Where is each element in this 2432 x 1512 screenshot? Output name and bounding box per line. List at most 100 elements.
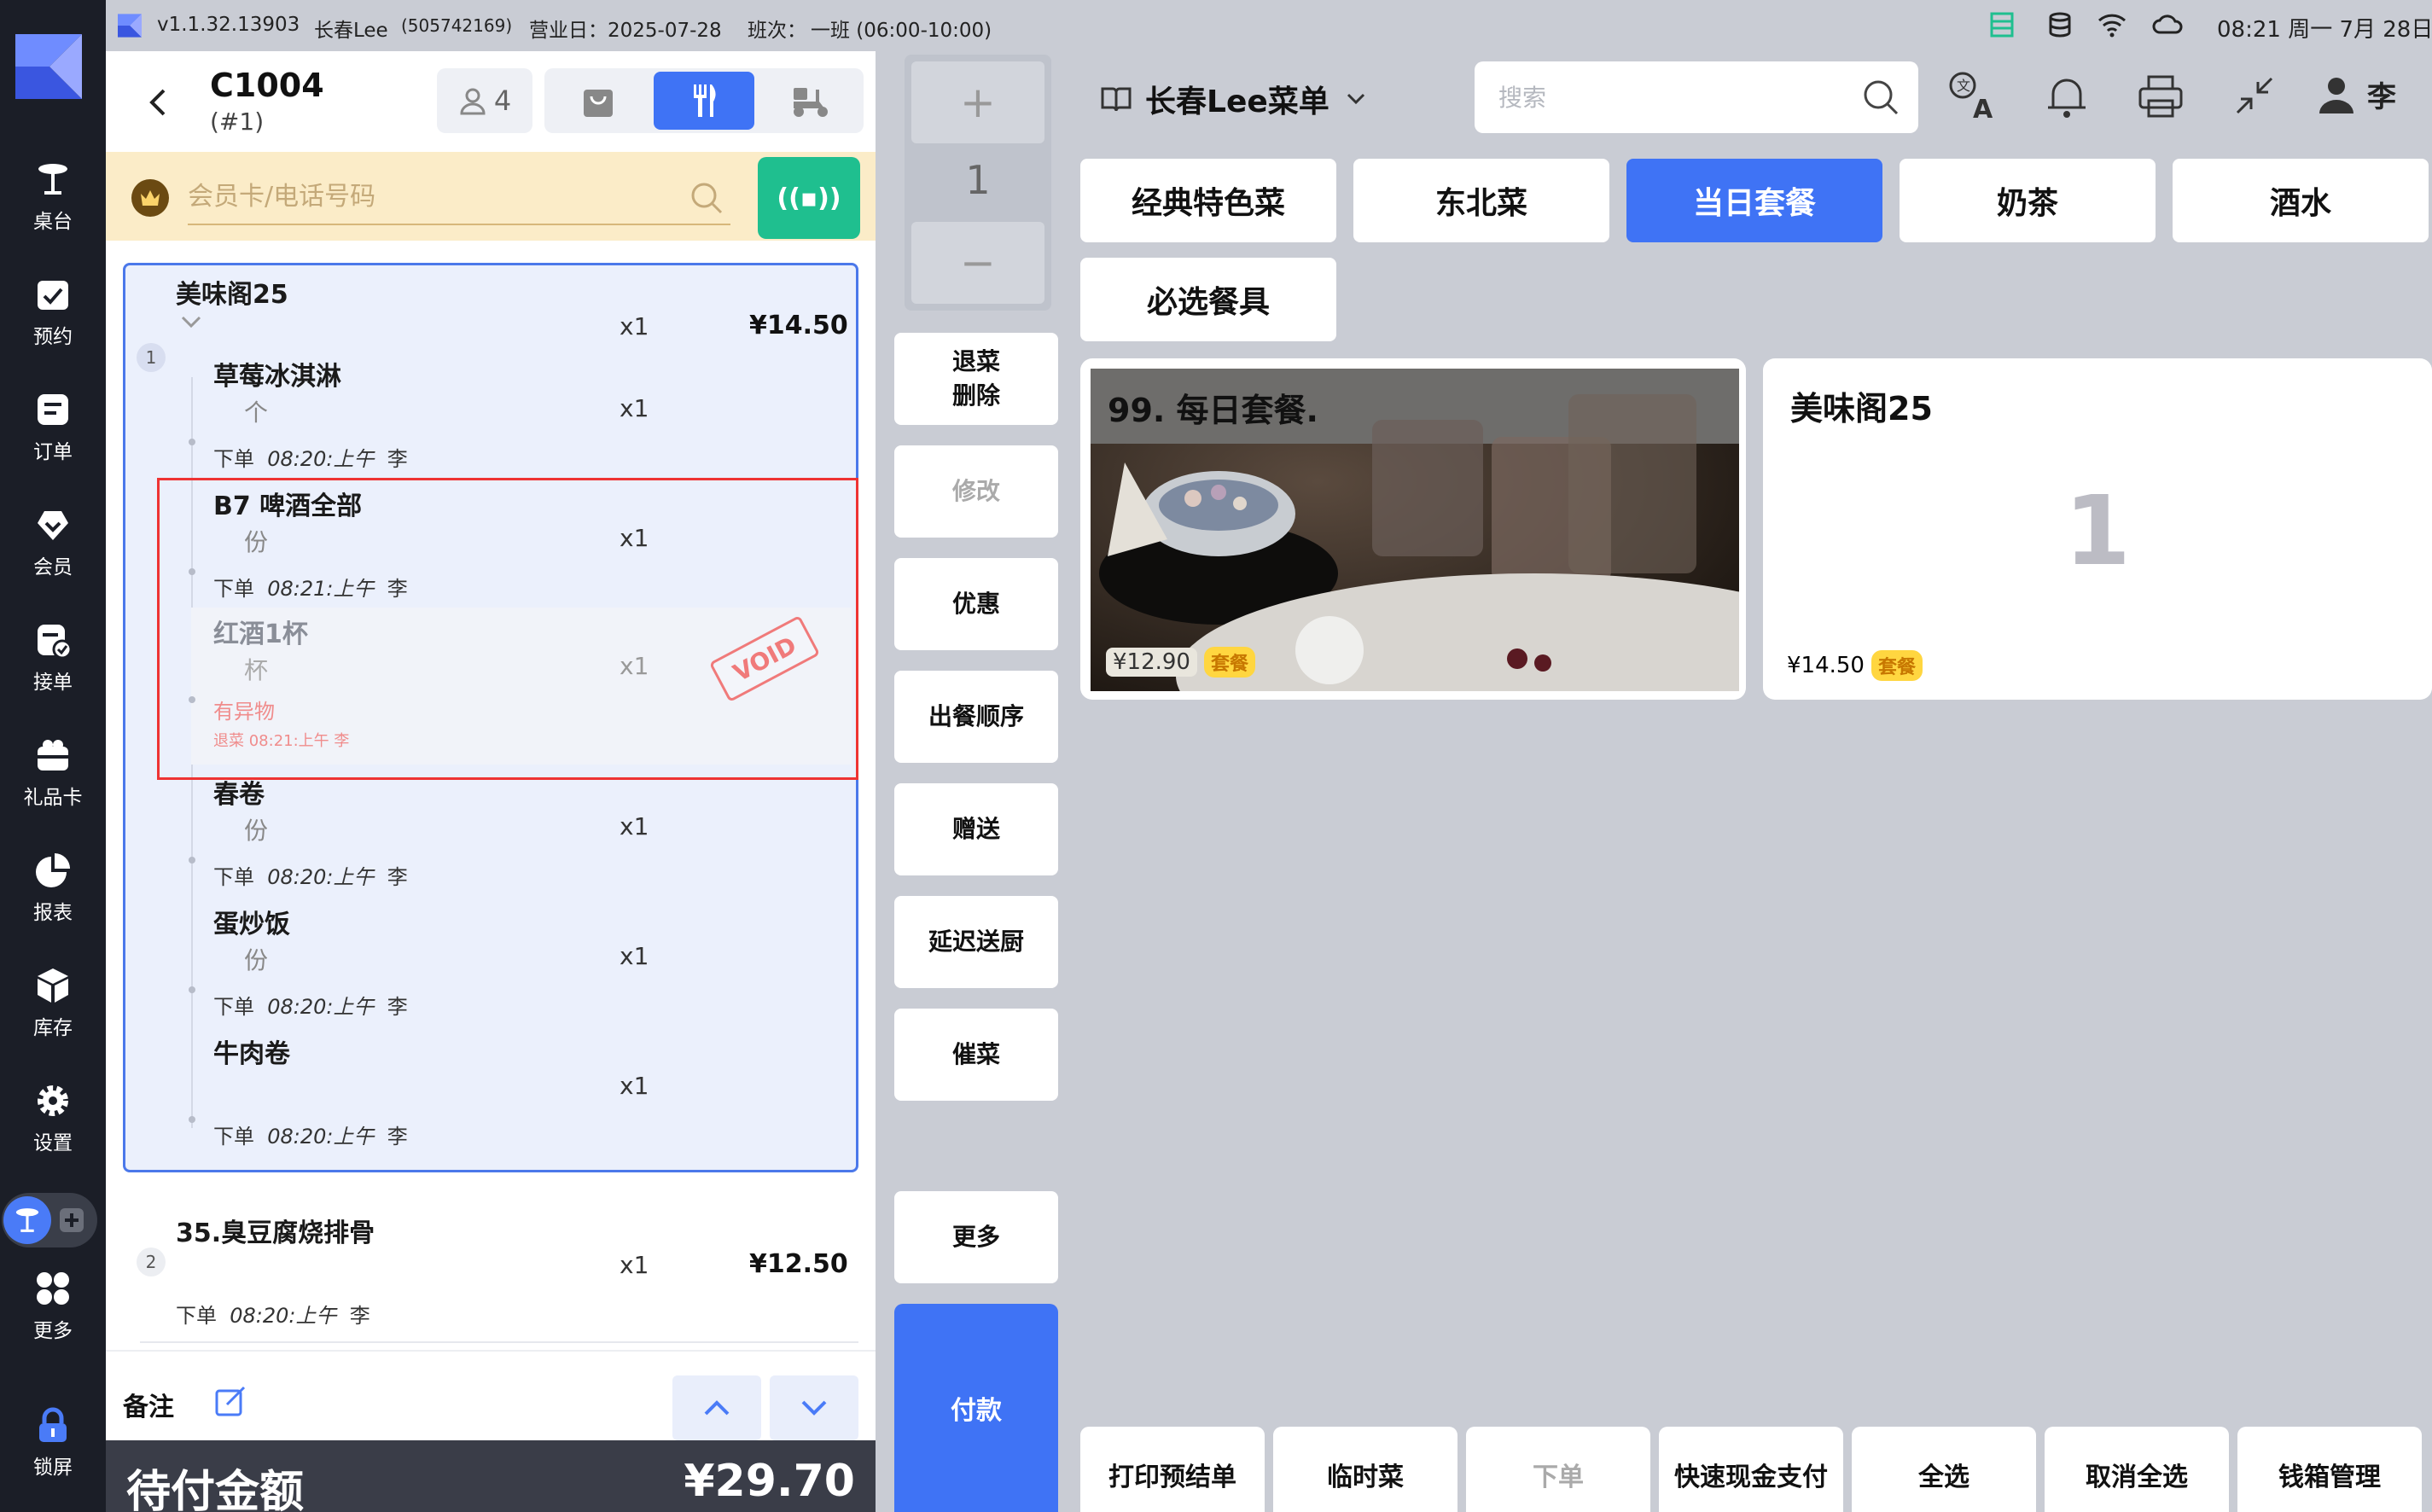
category-tab[interactable]: 必选餐具 [1080, 258, 1336, 341]
sidebar-item-accept-orders[interactable]: 接单 [0, 606, 106, 710]
cash-drawer-button[interactable]: 钱箱管理 [2237, 1427, 2422, 1512]
product-price-row: ¥14.50 套餐 [1787, 650, 1923, 681]
sidebar-item-more[interactable]: 更多 [0, 1254, 106, 1358]
delivery-mode-button[interactable] [759, 72, 860, 130]
discount-button[interactable]: 优惠 [894, 558, 1058, 650]
sidebar-item-members[interactable]: 会员 [0, 491, 106, 595]
dine-in-mode-button[interactable] [654, 72, 754, 130]
dish-price: ¥12.50 [749, 1249, 848, 1279]
sidebar-item-reservation[interactable]: 预约 [0, 260, 106, 364]
member-search-input[interactable] [188, 169, 730, 225]
translate-icon[interactable]: 文A [1947, 70, 1999, 121]
item-meta: 下单 08:20:上午 李 [176, 1299, 370, 1329]
product-price: ¥12.90 [1106, 648, 1197, 677]
sidebar-item-tables[interactable]: 桌台 [0, 145, 106, 249]
meta-by: 李 [387, 447, 408, 471]
sidebar-item-inventory[interactable]: 库存 [0, 951, 106, 1055]
action-column: + 1 − 退菜 删除 修改 优惠 出餐顺序 赠送 延迟送厨 催菜 更多 付款 [876, 51, 1080, 1512]
item-qty: x1 [620, 524, 649, 552]
sidebar-item-label: 会员 [33, 556, 73, 579]
back-icon[interactable] [140, 84, 177, 121]
custom-dish-button[interactable]: 临时菜 [1273, 1427, 1457, 1512]
guest-count-button[interactable]: 4 [437, 68, 532, 133]
sidebar-item-label: 桌台 [33, 211, 73, 233]
product-card[interactable]: 美味阁25 1 ¥14.50 套餐 [1763, 358, 2432, 700]
sidebar-item-lock[interactable]: 锁屏 [0, 1391, 106, 1495]
menu-selector[interactable]: 长春Lee菜单 [1099, 73, 1367, 125]
printer-icon[interactable] [2135, 70, 2186, 121]
edit-icon[interactable] [213, 1384, 247, 1418]
meta-prefix: 下单 [213, 1125, 254, 1149]
meta-prefix: 下单 [213, 995, 254, 1019]
meta-time: 08:20:上午 [267, 865, 375, 889]
serving-order-button[interactable]: 出餐顺序 [894, 671, 1058, 763]
place-order-button[interactable]: 下单 [1466, 1427, 1650, 1512]
sidebar: 桌台 预约 订单 会员 接单 礼品卡 报表 库存 设置 更多 锁屏 [0, 0, 106, 1512]
select-all-button[interactable]: 全选 [1852, 1427, 2036, 1512]
minus-button[interactable]: − [911, 222, 1044, 304]
more-actions-button[interactable]: 更多 [894, 1191, 1058, 1283]
item-meta: 下单 08:20:上午 李 [213, 442, 408, 472]
collapse-icon[interactable] [2229, 70, 2280, 121]
scroll-up-button[interactable] [672, 1375, 761, 1440]
void-delete-button[interactable]: 退菜 删除 [894, 333, 1058, 425]
item-name: 蛋炒饭 [213, 910, 290, 939]
void-reason: 有异物 [213, 700, 275, 724]
search-icon[interactable] [689, 181, 724, 215]
product-card[interactable]: 99. 每日套餐. ¥12.90 套餐 [1080, 358, 1746, 700]
plus-button[interactable]: + [911, 61, 1044, 143]
item-meta: 下单 08:20:上午 李 [213, 860, 408, 890]
pay-button[interactable]: 付款 [894, 1304, 1058, 1512]
nfc-read-button[interactable]: ((▪)) [758, 157, 860, 239]
menu-search-input[interactable] [1498, 77, 1840, 118]
category-tab[interactable]: 东北菜 [1353, 159, 1609, 242]
member-crown-icon [131, 179, 169, 217]
table-mode-switch[interactable] [2, 1193, 97, 1247]
total-bar: 待付金额 ¥29.70 [106, 1440, 876, 1512]
category-tab-active[interactable]: 当日套餐 [1626, 159, 1882, 242]
combo-badge: 套餐 [1203, 647, 1255, 677]
print-prebill-button[interactable]: 打印预结单 [1080, 1427, 1265, 1512]
sidebar-item-gift-card[interactable]: 礼品卡 [0, 721, 106, 825]
meta-by: 李 [387, 865, 408, 889]
remark-label: 备注 [123, 1393, 174, 1422]
user-icon [2319, 77, 2353, 113]
item-unit: 个 [244, 398, 269, 427]
svg-text:A: A [1973, 95, 1993, 121]
chevron-down-icon[interactable] [179, 314, 203, 329]
product-name: 美味阁25 [1790, 390, 1933, 427]
member-icon [38, 511, 68, 540]
bag-icon [584, 90, 613, 117]
order-icon [38, 394, 68, 425]
modify-button[interactable]: 修改 [894, 445, 1058, 538]
category-tab[interactable]: 奶茶 [1900, 159, 2156, 242]
sidebar-item-orders[interactable]: 订单 [0, 375, 106, 480]
takeaway-mode-button[interactable] [548, 72, 649, 130]
quick-cash-button[interactable]: 快速现金支付 [1659, 1427, 1843, 1512]
person-icon [460, 88, 486, 115]
item-unit: 份 [244, 817, 269, 845]
quick-order-icon [60, 1208, 84, 1232]
tree-dot [189, 696, 195, 703]
dish-name[interactable]: 35.臭豆腐烧排骨 [176, 1212, 375, 1249]
category-tab[interactable]: 经典特色菜 [1080, 159, 1336, 242]
rush-button[interactable]: 催菜 [894, 1009, 1058, 1101]
sidebar-item-settings[interactable]: 设置 [0, 1067, 106, 1171]
combo-qty: x1 [620, 312, 649, 340]
search-icon[interactable] [1862, 79, 1900, 116]
order-item-list[interactable]: 1 美味阁25 x1 ¥14.50 草莓冰淇淋 个 x1 下单 08:20:上午… [106, 241, 876, 1350]
item-name: 红酒1杯 [213, 619, 308, 649]
delay-kitchen-button[interactable]: 延迟送厨 [894, 896, 1058, 988]
app-logo [15, 34, 82, 99]
user-menu[interactable]: 李 [2316, 73, 2396, 115]
shift-value: 一班 (06:00-10:00) [811, 20, 992, 42]
accept-order-icon [38, 625, 72, 659]
tree-dot [189, 986, 195, 993]
deselect-all-button[interactable]: 取消全选 [2045, 1427, 2229, 1512]
gift-button[interactable]: 赠送 [894, 783, 1058, 875]
category-tab[interactable]: 酒水 [2173, 159, 2429, 242]
void-meta: 退菜 08:21:上午 李 [213, 732, 350, 750]
sidebar-item-reports[interactable]: 报表 [0, 836, 106, 940]
bell-icon[interactable] [2041, 70, 2092, 121]
scroll-down-button[interactable] [770, 1375, 858, 1440]
